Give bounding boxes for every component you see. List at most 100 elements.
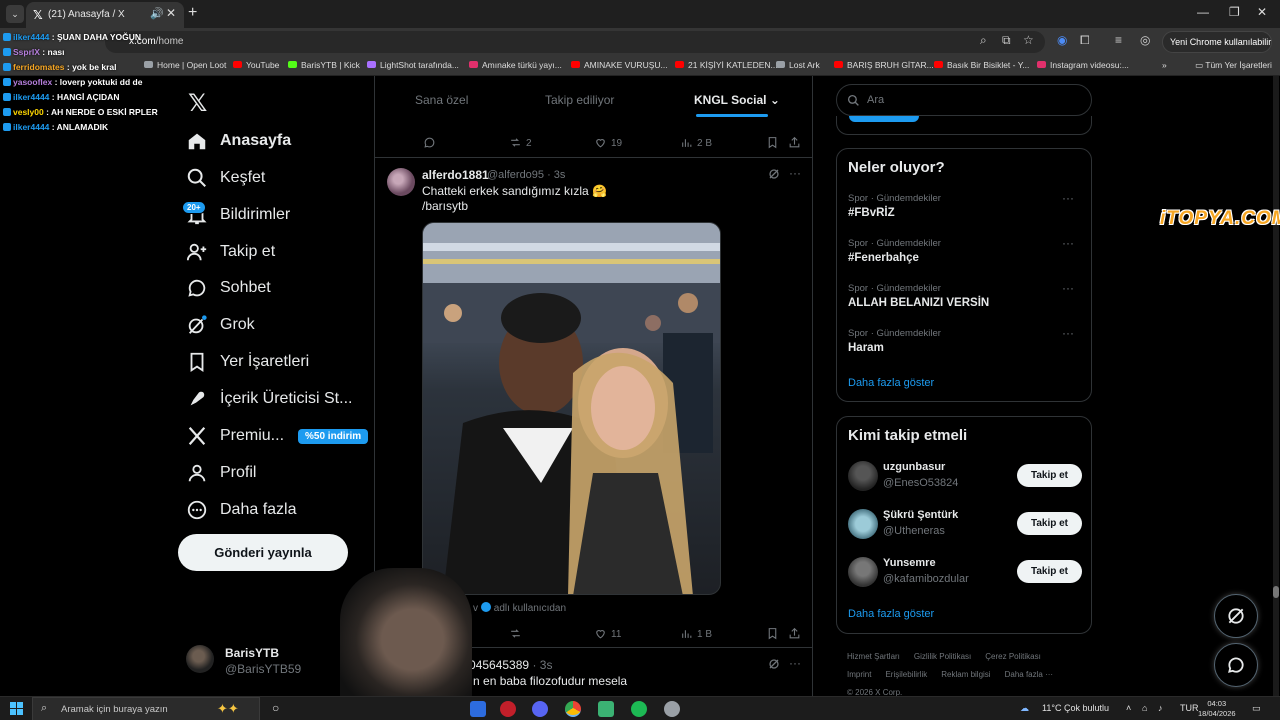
tab-for-you[interactable]: Sana özel (415, 93, 468, 107)
profile-icon[interactable]: ◎ (1140, 33, 1150, 47)
grok-fab[interactable] (1214, 594, 1258, 638)
chrome-icon[interactable] (565, 701, 581, 717)
subscribe-button[interactable] (849, 116, 919, 122)
views-button[interactable]: 1 B (680, 627, 712, 640)
more-options-icon[interactable]: ··· (789, 656, 801, 670)
discord-icon[interactable] (532, 701, 548, 717)
address-bar[interactable]: x.com/home (105, 31, 1045, 53)
grok-icon[interactable] (768, 168, 780, 180)
media-caption[interactable]: v adlı kullanıcıdan (473, 602, 566, 614)
views-button[interactable]: 2 B (680, 136, 712, 149)
more-bookmarks-icon[interactable]: » (1162, 60, 1167, 70)
nav-item-profile[interactable]: Profil (186, 458, 256, 488)
bookmark-item[interactable]: 21 KİŞİYİ KATLEDEN... (675, 60, 778, 70)
suggested-account[interactable]: uzgunbasur @EnesO53824 Takip et (848, 459, 1082, 499)
windows-start-icon[interactable] (10, 702, 24, 716)
page-scrollbar[interactable] (1273, 76, 1279, 698)
nav-item-more[interactable]: Daha fazla (186, 495, 297, 525)
taskbar-app-icon[interactable] (664, 701, 680, 717)
browser-tab[interactable]: 𝕏 (21) Anasayfa / X 🔊 ✕ (26, 2, 184, 28)
like-button[interactable]: 19 (594, 136, 622, 149)
tab-following[interactable]: Takip ediliyor (545, 93, 614, 107)
nav-item-creator-studio[interactable]: İçerik Üreticisi St... (186, 384, 352, 414)
taskbar-clock[interactable]: 04:03 18/04/2026 (1198, 699, 1236, 719)
who-show-more-link[interactable]: Daha fazla göster (848, 608, 934, 620)
account-switcher[interactable]: BarisYTB @BarisYTB59 (186, 643, 366, 679)
more-options-icon[interactable]: ··· (789, 166, 801, 180)
bookmark-item[interactable]: Basık Bir Bisiklet - Y... (934, 60, 1029, 70)
speaker-icon[interactable]: 🔊 (150, 7, 164, 20)
media-controls-icon[interactable]: ≡ (1115, 33, 1122, 47)
task-view-icon[interactable]: ○ (272, 701, 279, 715)
notifications-icon[interactable]: ▭ (1252, 703, 1261, 714)
like-button[interactable]: 11 (594, 627, 621, 640)
bookmark-star-icon[interactable]: ☆ (1023, 33, 1034, 47)
bookmark-item[interactable]: Lost Ark (776, 60, 820, 70)
more-options-icon[interactable]: ··· (1062, 191, 1074, 205)
bookmark-item[interactable]: Amınake türkü yayı... (469, 60, 562, 70)
footer-link[interactable]: Erişilebilirlik (885, 670, 927, 679)
trend-item[interactable]: Spor · Gündemdekiler ALLAH BELANIZI VERSİ… (848, 281, 1082, 323)
trend-item[interactable]: Spor · Gündemdekiler #FBvRİZ ··· (848, 191, 1082, 233)
cast-icon[interactable]: ⧉ (1002, 33, 1011, 48)
footer-link[interactable]: Gizlilik Politikası (914, 652, 971, 661)
more-options-icon[interactable]: ··· (1062, 281, 1074, 295)
extensions-puzzle-icon[interactable]: ⧠ (1080, 33, 1090, 48)
bookmark-item[interactable]: AMINAKE VURUŞU... (571, 60, 668, 70)
weather-icon[interactable]: ☁ (1020, 703, 1029, 714)
suggested-account[interactable]: Şükrü Şentürk @Utheneras Takip et (848, 507, 1082, 547)
extension-icon[interactable]: ◉ (1057, 33, 1067, 47)
footer-link[interactable]: Hizmet Şartları (847, 652, 900, 661)
nav-item-grok[interactable]: Grok (186, 310, 255, 340)
scrollbar-thumb[interactable] (1273, 586, 1279, 598)
taskbar-app-icon[interactable] (470, 701, 486, 717)
chrome-update-pill[interactable]: Yeni Chrome kullanılabilir (1162, 31, 1272, 53)
share-button[interactable] (788, 627, 805, 640)
tweet-photo[interactable] (422, 222, 721, 595)
grok-icon[interactable] (768, 658, 780, 670)
footer-link[interactable]: Reklam bilgisi (941, 670, 990, 679)
bookmark-item[interactable]: Instagram videosu:... (1037, 60, 1129, 70)
language-indicator[interactable]: TUR (1180, 703, 1199, 713)
footer-link[interactable]: Imprint (847, 670, 871, 679)
new-tab-button[interactable]: + (188, 4, 197, 22)
retweet-button[interactable]: 2 (509, 136, 532, 149)
reply-button[interactable] (423, 136, 440, 149)
tweet-author-name[interactable]: alferdo1881 (422, 168, 489, 182)
search-input[interactable]: Ara (836, 84, 1092, 116)
taskbar-app-icon[interactable] (598, 701, 614, 717)
suggested-account[interactable]: Yunsemre @kafamibozdular Takip et (848, 555, 1082, 595)
share-button[interactable] (788, 136, 805, 149)
tab-kngl-social[interactable]: KNGL Social ⌄ (694, 93, 780, 107)
nav-item-home[interactable]: Anasayfa (186, 126, 291, 156)
bookmark-item[interactable]: LightShot tarafında... (367, 60, 459, 70)
restore-button[interactable]: ❐ (1229, 5, 1240, 19)
trend-item[interactable]: Spor · Gündemdekiler Haram ··· (848, 326, 1082, 368)
taskbar-search-input[interactable]: ⌕ Aramak için buraya yazın ✦✦ (32, 697, 260, 720)
footer-link[interactable]: Çerez Politikası (985, 652, 1041, 661)
trend-item[interactable]: Spor · Gündemdekiler #Fenerbahçe ··· (848, 236, 1082, 278)
network-icon[interactable]: ⌂ (1142, 703, 1147, 713)
tab-search-button[interactable]: ⌄ (6, 5, 24, 23)
more-options-icon[interactable]: ··· (1062, 326, 1074, 340)
tweet-author-handle[interactable]: @alferdo95 · 3s (487, 169, 565, 181)
avatar[interactable] (387, 168, 415, 196)
zoom-icon[interactable]: ⌕ (980, 33, 987, 48)
messages-fab[interactable] (1214, 643, 1258, 687)
bookmark-button[interactable] (766, 136, 783, 149)
close-tab-icon[interactable]: ✕ (166, 6, 176, 20)
x-logo-icon[interactable]: 𝕏 (188, 89, 207, 118)
weather-text[interactable]: 11°C Çok bulutlu (1042, 703, 1109, 713)
spotify-icon[interactable] (631, 701, 647, 717)
trends-show-more-link[interactable]: Daha fazla göster (848, 377, 934, 389)
bookmark-item[interactable]: BarisYTB | Kick (288, 60, 360, 70)
all-bookmarks-link[interactable]: ▭ Tüm Yer İşaretleri (1195, 60, 1272, 71)
post-button[interactable]: Gönderi yayınla (178, 534, 348, 571)
follow-button[interactable]: Takip et (1017, 560, 1082, 583)
bookmark-button[interactable] (766, 627, 783, 640)
follow-button[interactable]: Takip et (1017, 464, 1082, 487)
avatar[interactable] (848, 557, 878, 587)
avatar[interactable] (848, 509, 878, 539)
footer-link[interactable]: Daha fazla ··· (1005, 670, 1053, 679)
minimize-button[interactable]: — (1197, 5, 1209, 19)
